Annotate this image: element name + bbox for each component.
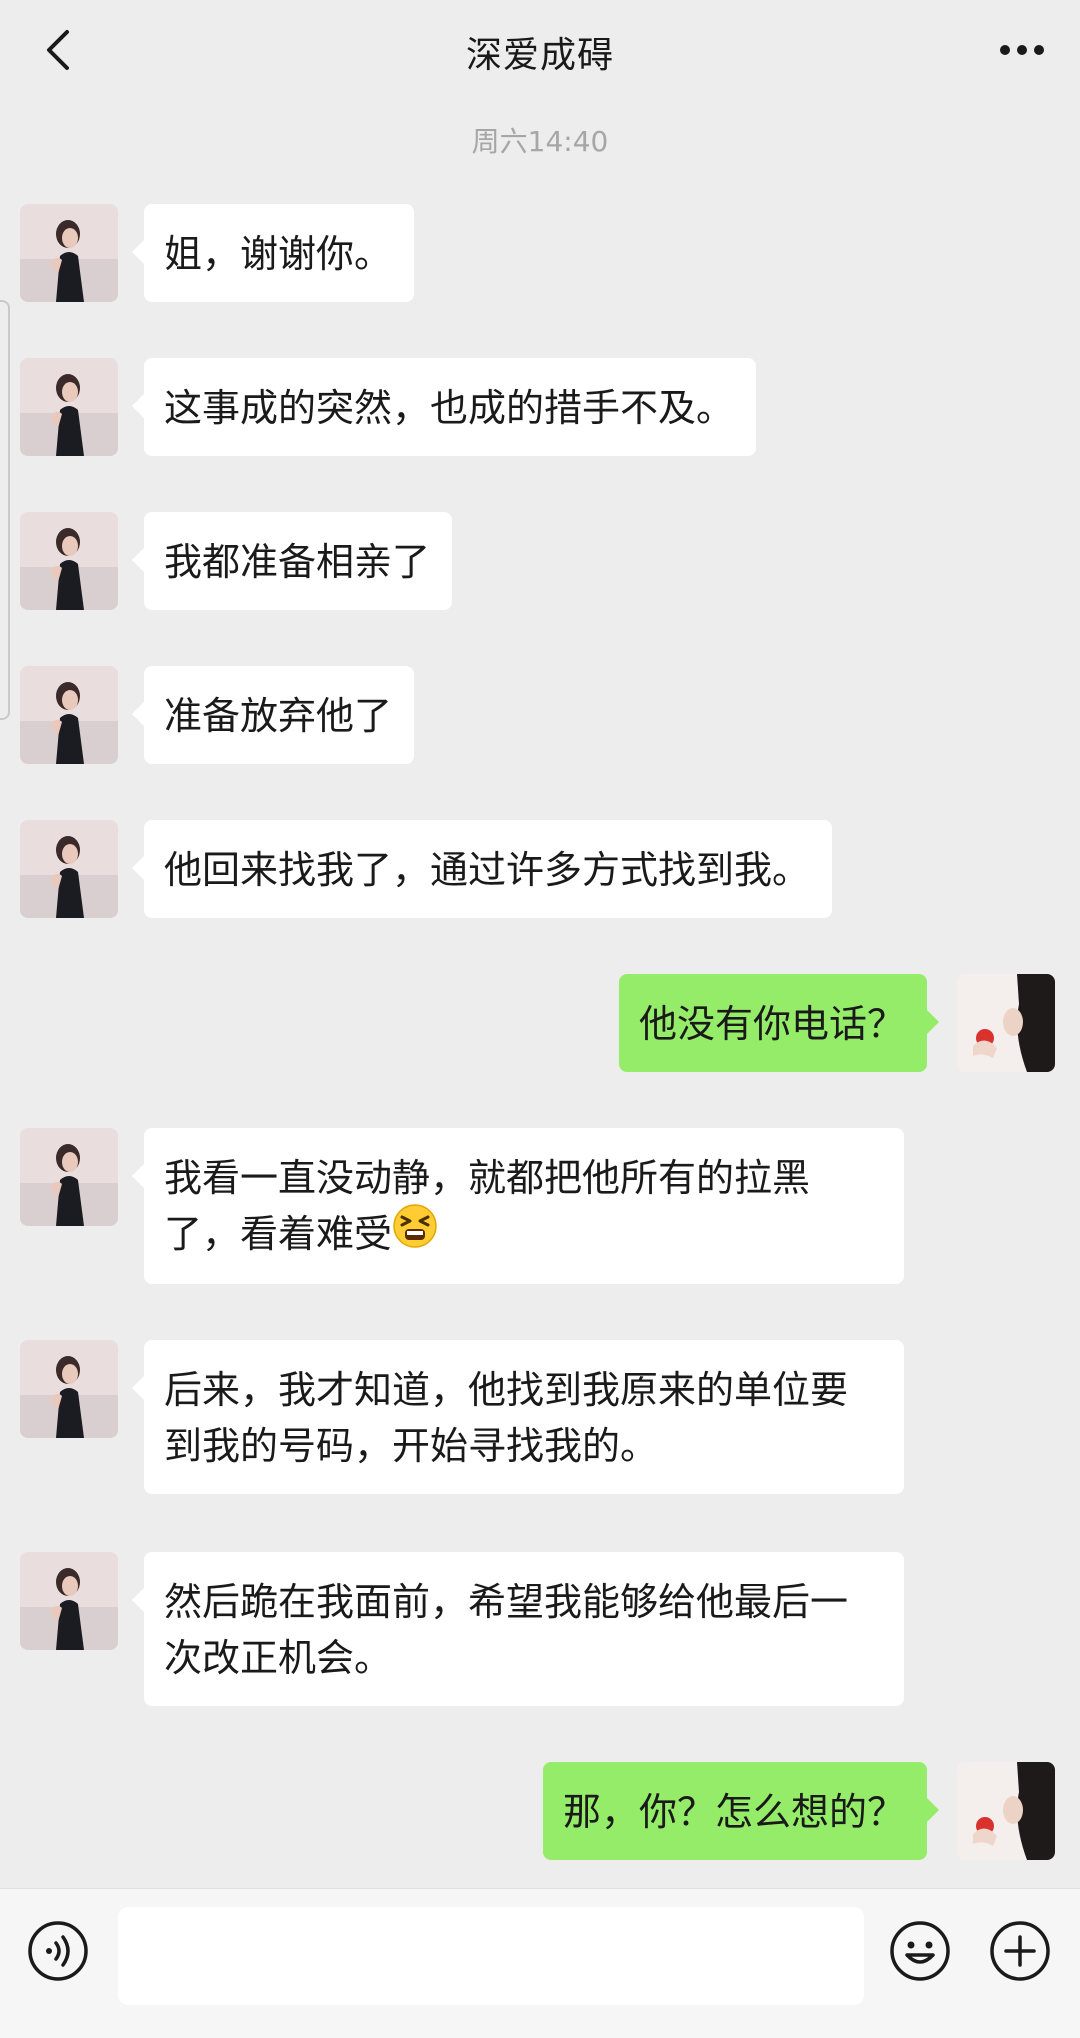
message-input[interactable] [118, 1907, 864, 2005]
message-row-incoming: 准备放弃他了 [20, 666, 415, 764]
message-bubble[interactable]: 我看一直没动静，就都把他所有的拉黑了，看着难受 [132, 1128, 904, 1284]
message-row-incoming: 然后跪在我面前，希望我能够给他最后一次改正机会。 [20, 1552, 904, 1706]
chat-header: 深爱成碍 [0, 0, 1080, 104]
contact-avatar[interactable] [20, 1340, 118, 1438]
chevron-left-icon [47, 30, 69, 70]
message-text: 我看一直没动静，就都把他所有的拉黑了，看着难受 [164, 1156, 811, 1256]
message-timestamp: 周六14:40 [471, 125, 609, 158]
chat-input-bar [0, 1888, 1080, 2038]
edge-scroll-handle[interactable] [0, 300, 10, 720]
message-bubble[interactable]: 后来，我才知道，他找到我原来的单位要到我的号码，开始寻找我的。 [132, 1340, 904, 1494]
my-avatar[interactable] [957, 1762, 1055, 1860]
message-bubble[interactable]: 那，你？怎么想的？ [542, 1762, 940, 1860]
more-options-button[interactable] [992, 22, 1052, 78]
message-row-outgoing: 他没有你电话？ [618, 974, 1055, 1072]
more-horizontal-icon [1000, 45, 1044, 55]
message-bubble[interactable]: 这事成的突然，也成的措手不及。 [131, 358, 757, 456]
voice-icon [28, 1921, 88, 1981]
message-row-outgoing: 那，你？怎么想的？ [542, 1762, 1055, 1860]
message-row-incoming: 姐，谢谢你。 [20, 204, 415, 302]
back-button[interactable] [30, 22, 86, 78]
message-bubble[interactable]: 我都准备相亲了 [131, 512, 453, 610]
message-row-incoming: 后来，我才知道，他找到我原来的单位要到我的号码，开始寻找我的。 [20, 1340, 904, 1494]
tired-face-emoji [392, 1203, 438, 1264]
message-row-incoming: 我看一直没动静，就都把他所有的拉黑了，看着难受 [20, 1128, 904, 1284]
message-row-incoming: 我都准备相亲了 [20, 512, 453, 610]
message-bubble[interactable]: 姐，谢谢你。 [131, 204, 415, 302]
contact-avatar[interactable] [20, 820, 118, 918]
message-bubble[interactable]: 准备放弃他了 [131, 666, 415, 764]
smiley-icon [890, 1921, 950, 1981]
plus-circle-icon [990, 1921, 1050, 1981]
chat-title: 深爱成碍 [465, 35, 614, 76]
contact-avatar[interactable] [20, 1128, 118, 1226]
message-row-incoming: 他回来找我了，通过许多方式找到我。 [20, 820, 833, 918]
message-bubble[interactable]: 然后跪在我面前，希望我能够给他最后一次改正机会。 [132, 1552, 904, 1706]
more-functions-button[interactable] [988, 1919, 1052, 1983]
my-avatar[interactable] [957, 974, 1055, 1072]
contact-avatar[interactable] [20, 204, 118, 302]
message-bubble[interactable]: 他回来找我了，通过许多方式找到我。 [131, 820, 833, 918]
contact-avatar[interactable] [20, 358, 118, 456]
contact-avatar[interactable] [20, 512, 118, 610]
message-bubble[interactable]: 他没有你电话？ [618, 974, 940, 1072]
chat-screen: 深爱成碍 周六14:40 姐，谢谢你。 这事成的突然，也成的措手不及。 我都准备… [0, 0, 1080, 2038]
contact-avatar[interactable] [20, 1552, 118, 1650]
contact-avatar[interactable] [20, 666, 118, 764]
message-row-incoming: 这事成的突然，也成的措手不及。 [20, 358, 757, 456]
emoji-button[interactable] [888, 1919, 952, 1983]
voice-button[interactable] [26, 1919, 90, 1983]
